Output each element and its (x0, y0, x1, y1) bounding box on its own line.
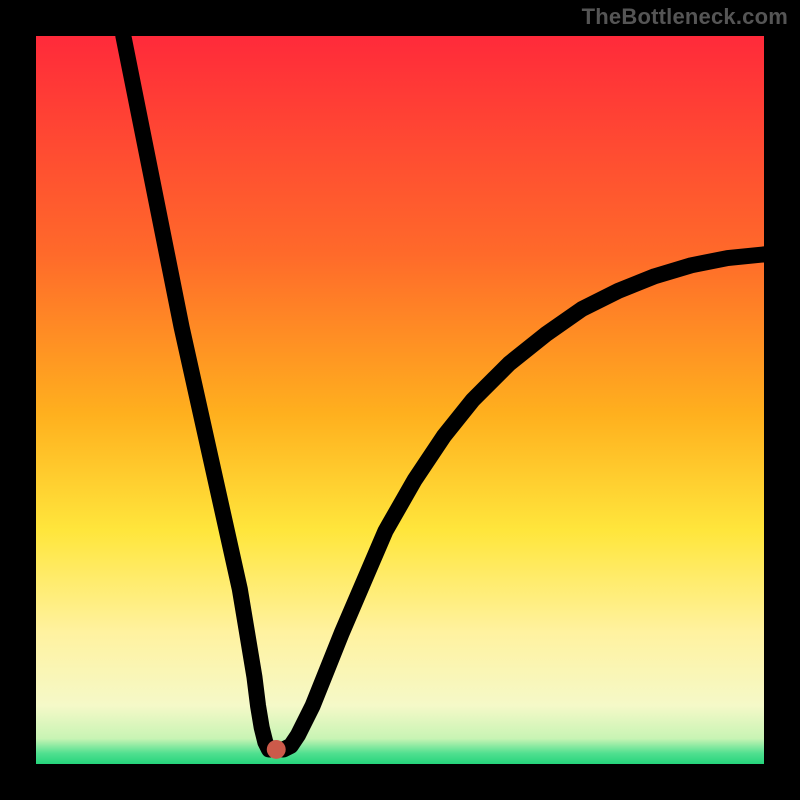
plot-svg (36, 36, 764, 764)
plot-area (36, 36, 764, 764)
watermark-text: TheBottleneck.com (582, 4, 788, 30)
chart-frame: TheBottleneck.com (0, 0, 800, 800)
marker-dot (267, 740, 286, 759)
